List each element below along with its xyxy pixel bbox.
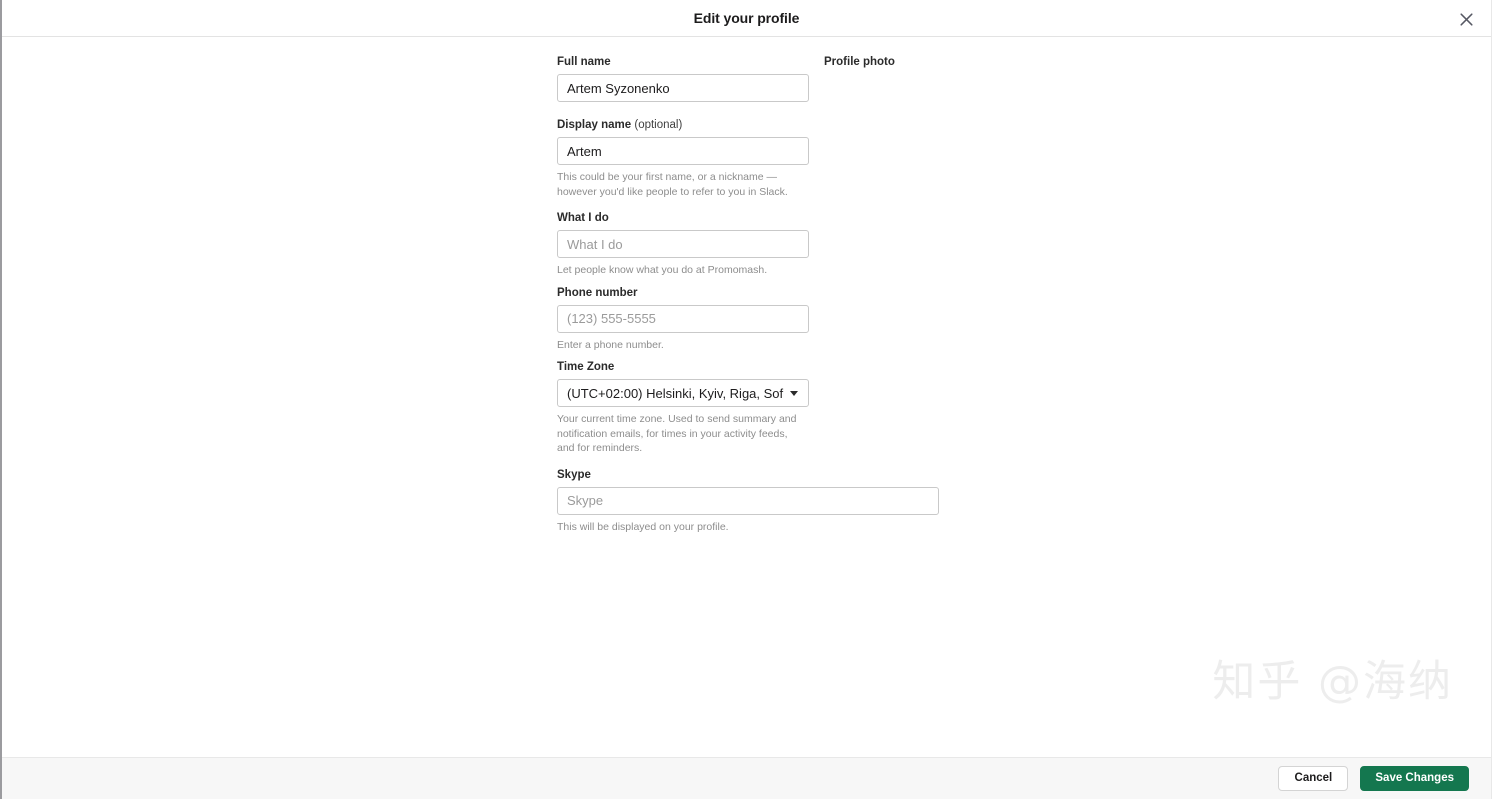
skype-hint: This will be displayed on your profile. <box>557 520 729 533</box>
profile-photo-section: Profile photo <box>824 55 1064 239</box>
close-icon-glyph <box>1459 12 1473 26</box>
display-name-input[interactable] <box>557 137 809 165</box>
profile-photo-placeholder[interactable] <box>824 79 984 239</box>
modal-footer: Cancel Save Changes <box>2 757 1491 799</box>
watermark: 知乎 @海纳 <box>1212 657 1453 707</box>
time-zone-hint: Your current time zone. Used to send sum… <box>557 413 797 454</box>
profile-photo-label: Profile photo <box>824 56 895 68</box>
edit-profile-modal: Edit your profile Full name Display name… <box>0 0 1492 799</box>
save-changes-button[interactable]: Save Changes <box>1360 766 1469 791</box>
display-name-label-text: Display name <box>557 119 632 131</box>
close-icon[interactable] <box>1455 8 1477 30</box>
field-time-zone: Time Zone (UTC+02:00) Helsinki, Kyiv, Ri… <box>557 360 947 456</box>
skype-label: Skype <box>557 468 591 481</box>
phone-number-label: Phone number <box>557 286 638 299</box>
phone-number-input[interactable] <box>557 304 809 333</box>
display-name-optional-tag: (optional) <box>634 119 683 131</box>
page-title: Edit your profile <box>693 10 800 26</box>
modal-body: Full name Display name (optional) This c… <box>2 37 1491 757</box>
skype-input[interactable] <box>557 486 939 515</box>
field-skype: Skype This will be displayed on your pro… <box>557 468 947 535</box>
time-zone-label: Time Zone <box>557 361 615 373</box>
cancel-button[interactable]: Cancel <box>1278 766 1349 791</box>
modal-header: Edit your profile <box>2 0 1491 37</box>
phone-number-hint: Enter a phone number. <box>557 338 664 351</box>
full-name-input[interactable] <box>557 74 809 102</box>
time-zone-select[interactable]: (UTC+02:00) Helsinki, Kyiv, Riga, Sofia,… <box>557 379 809 407</box>
field-phone-number: Phone number Enter a phone number. <box>557 286 947 353</box>
what-i-do-hint: Let people know what you do at Promomash… <box>557 264 768 276</box>
display-name-hint: This could be your first name, or a nick… <box>557 171 788 198</box>
time-zone-select-wrapper: (UTC+02:00) Helsinki, Kyiv, Riga, Sofia,… <box>557 379 809 407</box>
what-i-do-input[interactable] <box>557 230 809 258</box>
